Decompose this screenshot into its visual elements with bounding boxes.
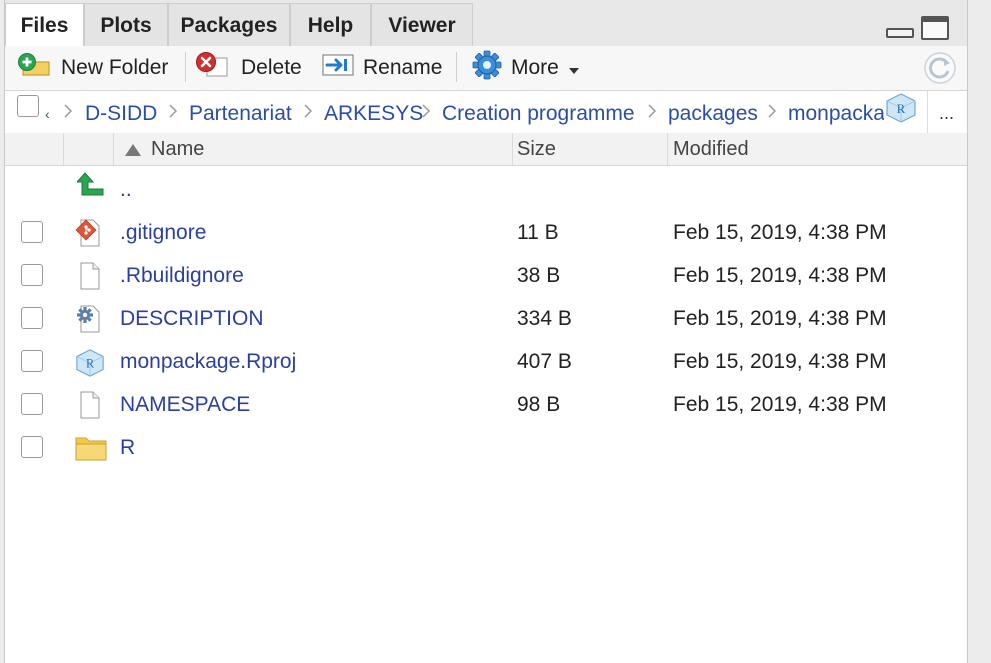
chevron-right-icon (648, 104, 657, 118)
refresh-icon[interactable] (923, 51, 957, 90)
more-label: More (511, 56, 559, 79)
file-name-link[interactable]: NAMESPACE (120, 383, 250, 426)
file-size: 98 B (517, 393, 561, 416)
settings-file-icon (75, 305, 103, 338)
minimize-icon[interactable] (886, 26, 914, 44)
table-row: R monpackage.Rproj 407 B Feb 15, 2019, 4… (5, 340, 967, 383)
tab-packages[interactable]: Packages (168, 3, 290, 46)
file-size: 38 B (517, 264, 561, 287)
table-row: .gitignore 11 B Feb 15, 2019, 4:38 PM (5, 211, 967, 254)
folder-icon (75, 434, 107, 467)
delete-icon (195, 52, 241, 84)
sort-ascending-icon (125, 144, 141, 156)
file-name-link[interactable]: DESCRIPTION (120, 297, 264, 340)
breadcrumb-item[interactable]: Creation programme (442, 91, 635, 133)
breadcrumb-item[interactable]: Partenariat (189, 91, 292, 133)
column-divider (667, 133, 668, 165)
table-row: R (5, 426, 967, 469)
blank-file-icon (75, 262, 103, 295)
maximize-icon[interactable] (921, 16, 949, 45)
up-arrow-icon (75, 171, 105, 204)
delete-button[interactable]: Delete (195, 46, 302, 90)
file-modified: Feb 15, 2019, 4:38 PM (673, 350, 887, 373)
svg-text:R: R (86, 357, 95, 371)
toolbar-divider (456, 52, 457, 82)
file-name-link[interactable]: .Rbuildignore (120, 254, 244, 297)
column-name-label: Name (151, 138, 205, 160)
table-header: Name Size Modified (5, 133, 967, 166)
file-modified: Feb 15, 2019, 4:38 PM (673, 221, 887, 244)
column-divider (512, 133, 513, 165)
overflow-divider (927, 91, 928, 133)
row-checkbox[interactable] (21, 307, 43, 329)
files-pane: Files Plots Packages Help Viewer New Fol… (4, 0, 968, 663)
breadcrumb-home[interactable]: ‹ (45, 91, 50, 133)
tab-plots[interactable]: Plots (84, 3, 168, 46)
row-checkbox[interactable] (21, 350, 43, 372)
chevron-right-icon (169, 104, 178, 118)
file-size: 11 B (517, 221, 559, 244)
tab-viewer[interactable]: Viewer (371, 3, 473, 46)
svg-text:R: R (897, 101, 906, 116)
file-modified: Feb 15, 2019, 4:38 PM (673, 264, 887, 287)
toolbar-divider (185, 52, 186, 82)
breadcrumb-item[interactable]: D-SIDD (85, 91, 157, 133)
gear-icon (471, 50, 511, 86)
row-checkbox[interactable] (21, 221, 43, 243)
rename-button[interactable]: Rename (321, 46, 442, 90)
tab-bar: Files Plots Packages Help Viewer (5, 0, 967, 47)
table-row: DESCRIPTION 334 B Feb 15, 2019, 4:38 PM (5, 297, 967, 340)
rproj-icon: R (75, 348, 105, 383)
file-size: 334 B (517, 307, 572, 330)
blank-file-icon (75, 391, 103, 424)
breadcrumb-item[interactable]: ARKESYS (324, 91, 423, 133)
breadcrumb-overflow[interactable]: ... (939, 91, 954, 133)
column-header-size[interactable]: Size (517, 133, 556, 165)
new-folder-label: New Folder (61, 56, 169, 79)
parent-directory-row[interactable]: .. (5, 168, 967, 211)
table-row: .Rbuildignore 38 B Feb 15, 2019, 4:38 PM (5, 254, 967, 297)
rproj-icon: R (885, 93, 917, 128)
file-name-link[interactable]: monpackage.Rproj (120, 340, 296, 383)
chevron-right-icon (422, 104, 431, 118)
file-name-link[interactable]: R (120, 426, 135, 469)
chevron-right-icon (768, 104, 777, 118)
more-menu-button[interactable]: More (471, 46, 587, 90)
row-checkbox[interactable] (21, 436, 43, 458)
file-size: 407 B (517, 350, 572, 373)
row-checkbox[interactable] (21, 393, 43, 415)
chevron-right-icon (304, 104, 313, 118)
file-name-link[interactable]: .gitignore (120, 211, 206, 254)
column-divider (63, 133, 64, 165)
tab-files[interactable]: Files (5, 3, 84, 47)
new-folder-button[interactable]: New Folder (17, 46, 168, 90)
rename-icon (321, 52, 363, 84)
tab-help[interactable]: Help (290, 3, 371, 46)
file-modified: Feb 15, 2019, 4:38 PM (673, 307, 887, 330)
rename-label: Rename (363, 56, 443, 79)
column-header-modified[interactable]: Modified (673, 133, 749, 165)
column-divider (113, 133, 114, 165)
row-checkbox[interactable] (21, 264, 43, 286)
breadcrumb-item[interactable]: packages (668, 91, 758, 133)
table-row: NAMESPACE 98 B Feb 15, 2019, 4:38 PM (5, 383, 967, 426)
file-modified: Feb 15, 2019, 4:38 PM (673, 393, 887, 416)
git-file-icon (75, 219, 103, 252)
breadcrumb-current-clip: monpackage (788, 91, 884, 133)
parent-directory-link[interactable]: .. (120, 168, 132, 211)
delete-label: Delete (241, 56, 302, 79)
column-header-name[interactable]: Name (125, 133, 204, 165)
toolbar: New Folder Delete Rename More (5, 46, 967, 91)
chevron-down-icon (568, 56, 587, 80)
select-all-checkbox[interactable] (17, 95, 39, 117)
breadcrumb: ‹ D-SIDD Partenariat ARKESYS Creation pr… (5, 91, 967, 134)
breadcrumb-current[interactable]: monpackage (788, 91, 884, 133)
chevron-right-icon (64, 104, 73, 118)
add-folder-icon (17, 52, 61, 84)
